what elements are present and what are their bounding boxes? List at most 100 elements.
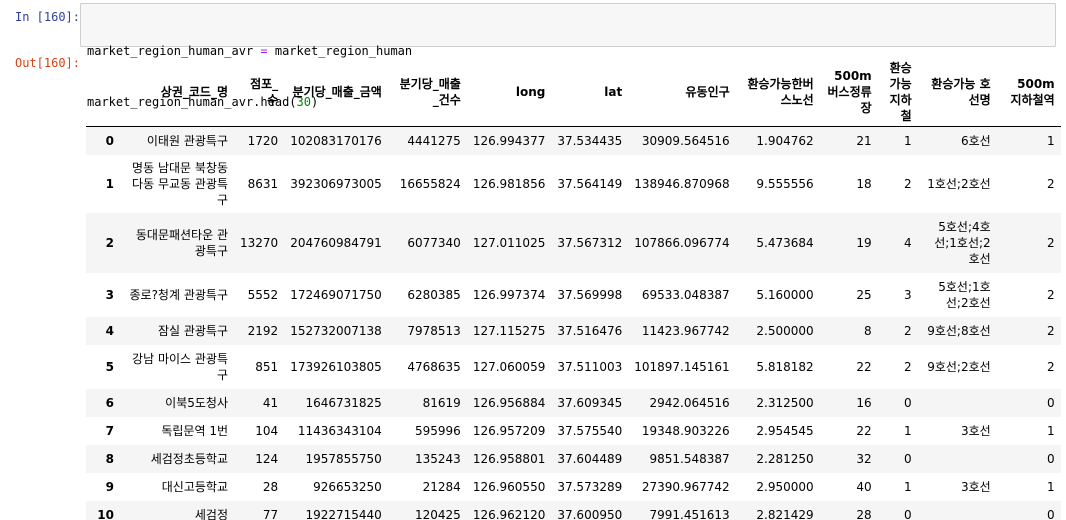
row-index: 8 <box>105 451 114 466</box>
table-row: 8 세검정초등학교 124 1957855750 135243 126.958801 37.… <box>86 444 1061 473</box>
table-cell: 종로?청계 관광특구 <box>129 287 228 302</box>
row-index: 5 <box>105 359 114 374</box>
table-row: 4 잠실 관광특구 2192 152732007138 7978513 127.11527… <box>86 316 1061 345</box>
table-cell: 126.981856 <box>472 176 546 191</box>
table-cell: 대신고등학교 <box>161 479 228 494</box>
row-index: 1 <box>105 176 114 191</box>
table-cell: 6280385 <box>407 287 461 302</box>
table-cell: 7978513 <box>407 323 461 338</box>
table-row: 1 명동 남대문 북창동 다동 무교동 관광특구 8631 392306973005 1… <box>86 154 1061 213</box>
table-cell: 126.956884 <box>472 395 546 410</box>
table-cell: 37.564149 <box>557 176 623 191</box>
code-cell-input[interactable]: market_region_human_avr = market_region_… <box>80 3 1056 109</box>
table-cell: 138946.870968 <box>634 176 730 191</box>
input-prompt: In [160]: <box>14 10 80 24</box>
table-cell: 127.115275 <box>472 323 546 338</box>
table-cell: 세검정초등학교 <box>150 451 228 466</box>
table-cell: 이태원 관광특구 <box>146 133 228 148</box>
table-cell: 2 <box>1047 287 1055 302</box>
table-cell: 16655824 <box>399 176 461 191</box>
table-row: 5 강남 마이스 관광특구 851 173926103805 4768635 127.06… <box>86 344 1061 389</box>
table-cell: 40 <box>856 479 872 494</box>
table-cell: 28 <box>262 479 279 494</box>
column-header: 유동인구 <box>628 58 736 127</box>
table-cell: 102083170176 <box>290 133 382 148</box>
table-cell: 1957855750 <box>305 451 382 466</box>
table-cell: 4 <box>904 235 912 250</box>
table-cell: 1646731825 <box>305 395 382 410</box>
row-index: 10 <box>97 507 114 520</box>
table-cell: 2 <box>904 359 912 374</box>
table-row: 2 동대문패션타운 관광특구 13270 204760984791 6077340 127… <box>86 212 1061 273</box>
table-cell: 1.904762 <box>756 133 814 148</box>
row-index: 0 <box>105 133 114 148</box>
table-cell: 0 <box>904 395 912 410</box>
table-cell: 9호선;2호선 <box>927 359 991 374</box>
row-index: 9 <box>105 479 114 494</box>
table-cell: 37.569998 <box>557 287 623 302</box>
table-cell: 2192 <box>247 323 279 338</box>
row-index: 2 <box>105 235 114 250</box>
table-cell: 37.609345 <box>557 395 623 410</box>
table-cell: 2.312500 <box>756 395 814 410</box>
table-cell: 7991.451613 <box>649 507 730 520</box>
table-cell: 9851.548387 <box>649 451 730 466</box>
table-cell: 30909.564516 <box>641 133 730 148</box>
table-cell: 37.534435 <box>557 133 623 148</box>
table-cell: 강남 마이스 관광특구 <box>132 351 228 382</box>
table-cell: 6077340 <box>407 235 461 250</box>
table-cell: 851 <box>255 359 279 374</box>
table-cell: 6호선 <box>960 133 991 148</box>
table-cell: 0 <box>904 451 912 466</box>
table-cell: 1 <box>904 133 912 148</box>
table-cell: 2 <box>904 323 912 338</box>
table-cell: 28 <box>856 507 872 520</box>
table-cell: 126.962120 <box>472 507 546 520</box>
table-cell: 18 <box>856 176 872 191</box>
row-index: 7 <box>105 423 114 438</box>
table-cell <box>918 389 997 417</box>
table-cell: 2.500000 <box>756 323 814 338</box>
table-cell: 0 <box>1047 395 1055 410</box>
column-header: 환승가능한버스노선 <box>735 58 820 127</box>
table-cell: 11436343104 <box>297 423 382 438</box>
row-index: 3 <box>105 287 114 302</box>
table-cell: 101897.145161 <box>634 359 730 374</box>
table-cell: 1 <box>904 479 912 494</box>
table-cell: 1922715440 <box>305 507 382 520</box>
table-row: 9 대신고등학교 28 926653250 21284 126.960550 37.5732… <box>86 472 1061 501</box>
code-rhs: market_region_human <box>267 44 413 58</box>
table-cell: 124 <box>255 451 279 466</box>
table-cell: 127.011025 <box>472 235 546 250</box>
table-cell: 5.818182 <box>756 359 814 374</box>
table-cell: 204760984791 <box>290 235 382 250</box>
table-cell: 2.821429 <box>756 507 814 520</box>
table-cell: 69533.048387 <box>641 287 730 302</box>
table-cell: 명동 남대문 북창동 다동 무교동 관광특구 <box>132 160 228 207</box>
table-cell: 37.573289 <box>557 479 623 494</box>
column-header: long <box>466 58 552 127</box>
table-cell: 81619 <box>422 395 461 410</box>
table-cell: 잠실 관광특구 <box>157 323 228 338</box>
table-cell: 4768635 <box>407 359 461 374</box>
table-cell: 41 <box>262 395 279 410</box>
table-cell: 152732007138 <box>290 323 382 338</box>
column-header: 분기당_매출_금액 <box>284 58 388 127</box>
table-cell: 19348.903226 <box>641 423 730 438</box>
table-cell: 이북5도청사 <box>165 395 228 410</box>
table-cell: 0 <box>904 507 912 520</box>
table-cell: 5.160000 <box>756 287 814 302</box>
table-cell: 27390.967742 <box>641 479 730 494</box>
table-cell: 126.958801 <box>472 451 546 466</box>
table-cell: 2 <box>1047 359 1055 374</box>
column-header: 500m 버스정류장 <box>819 58 878 127</box>
code-operator: = <box>260 44 268 58</box>
table-row: 6 이북5도청사 41 1646731825 81619 126.956884 37.609… <box>86 388 1061 417</box>
table-cell: 25 <box>856 287 872 302</box>
table-cell: 세검정 <box>194 507 228 520</box>
output-prompt: Out[160]: <box>14 56 80 70</box>
table-cell: 392306973005 <box>290 176 382 191</box>
table-cell: 37.567312 <box>557 235 623 250</box>
table-cell: 8631 <box>247 176 279 191</box>
table-cell: 173926103805 <box>290 359 382 374</box>
